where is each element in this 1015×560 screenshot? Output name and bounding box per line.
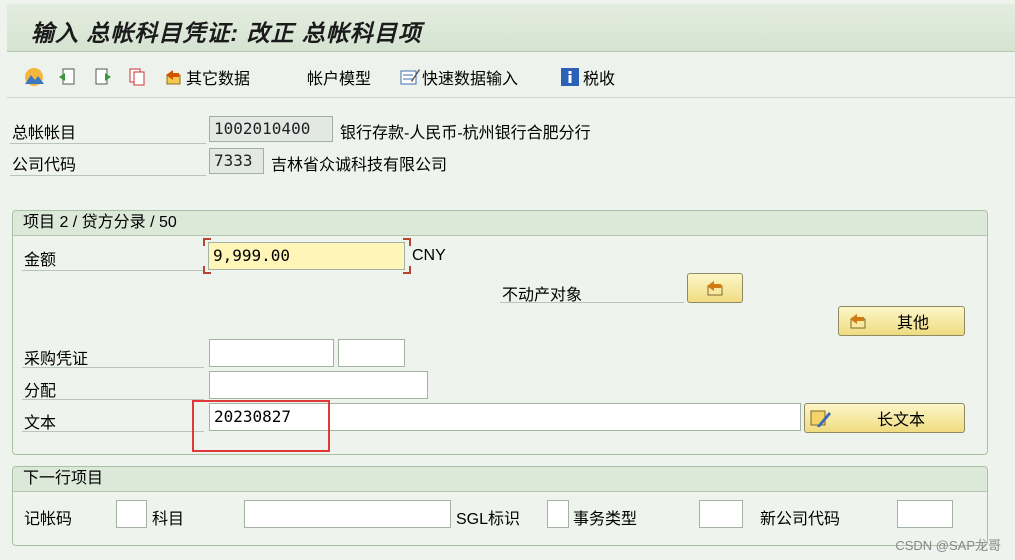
real-estate-underline [500,302,684,303]
fast-entry-button[interactable]: 快速数据输入 [399,64,518,90]
tax-label: 税收 [583,71,616,88]
document-arrow-right-icon [93,67,113,87]
purchase-doc-label: 采购凭证 [24,351,89,368]
sgl-indicator-input[interactable] [547,500,569,528]
previous-item-button[interactable] [57,64,80,90]
edit-list-icon [399,67,420,87]
arrow-folder-icon [163,67,183,87]
arrow-folder-icon [704,278,726,298]
gl-account-field[interactable]: 1002010400 [209,116,333,142]
overview-button[interactable] [23,64,46,90]
company-code-label: 公司代码 [12,157,77,174]
purchase-doc-input[interactable] [209,339,334,367]
purchase-doc-item-input[interactable] [338,339,405,367]
highlight-box [192,400,330,452]
long-text-button[interactable]: 长文本 [804,403,965,433]
assignment-input[interactable] [209,371,428,399]
document-arrow-left-icon [57,67,77,87]
copy-item-button[interactable] [127,64,150,90]
amount-underline [22,270,204,271]
info-icon [560,67,580,87]
application-toolbar: 其它数据 帐户模型 快速数据输入 税收 [7,56,1015,98]
company-code-description: 吉林省众诚科技有限公司 [271,157,448,174]
account-input[interactable] [244,500,451,528]
focus-corner-bl [203,266,211,274]
other-data-button[interactable]: 其它数据 [163,64,250,90]
next-item-group-title: 下一行项目 [13,467,987,492]
new-company-code-label: 新公司代码 [760,511,841,528]
title-bar: 输入 总帐科目凭证: 改正 总帐科目项 [7,4,1015,52]
text-underline [22,431,204,432]
other-data-label: 其它数据 [186,71,251,88]
next-item-button[interactable] [93,64,116,90]
amount-label: 金额 [24,252,57,269]
watermark: CSDN @SAP龙哥 [895,538,1001,553]
new-company-code-input[interactable] [897,500,953,528]
purchase-doc-underline [22,367,204,368]
focus-corner-tl [203,238,211,246]
gl-account-underline [10,143,206,144]
real-estate-button[interactable] [687,273,743,303]
posting-key-input[interactable] [116,500,147,528]
assignment-underline [22,399,204,400]
window-title: 输入 总帐科目凭证: 改正 总帐科目项 [31,20,422,46]
other-button[interactable]: 其他 [838,306,965,336]
assignment-label: 分配 [24,383,57,400]
item-group-title: 项目 2 / 贷方分录 / 50 [13,211,987,236]
edit-note-icon [809,408,831,428]
fast-entry-label: 快速数据输入 [422,71,519,88]
gl-account-label: 总帐帐目 [12,125,77,142]
currency-label: CNY [412,247,446,264]
tax-button[interactable]: 税收 [560,64,615,90]
mountain-icon [23,67,44,87]
amount-input[interactable]: 9,999.00 [208,242,405,270]
company-code-underline [10,175,206,176]
sgl-indicator-label: SGL标识 [456,511,521,528]
copy-icon [127,67,147,87]
account-label: 科目 [152,511,185,528]
text-label: 文本 [24,415,57,432]
transaction-type-label: 事务类型 [573,511,638,528]
transaction-type-input[interactable] [699,500,743,528]
focus-corner-tr [403,238,411,246]
gl-account-description: 银行存款-人民币-杭州银行合肥分行 [340,125,591,142]
long-text-button-label: 长文本 [877,412,926,429]
focus-corner-br [403,266,411,274]
other-button-label: 其他 [897,315,930,332]
account-model-button[interactable]: 帐户模型 [307,64,371,90]
account-model-label: 帐户模型 [307,71,372,88]
arrow-folder-icon [847,311,869,331]
posting-key-label: 记帐码 [24,511,73,528]
company-code-field[interactable]: 7333 [209,148,264,174]
